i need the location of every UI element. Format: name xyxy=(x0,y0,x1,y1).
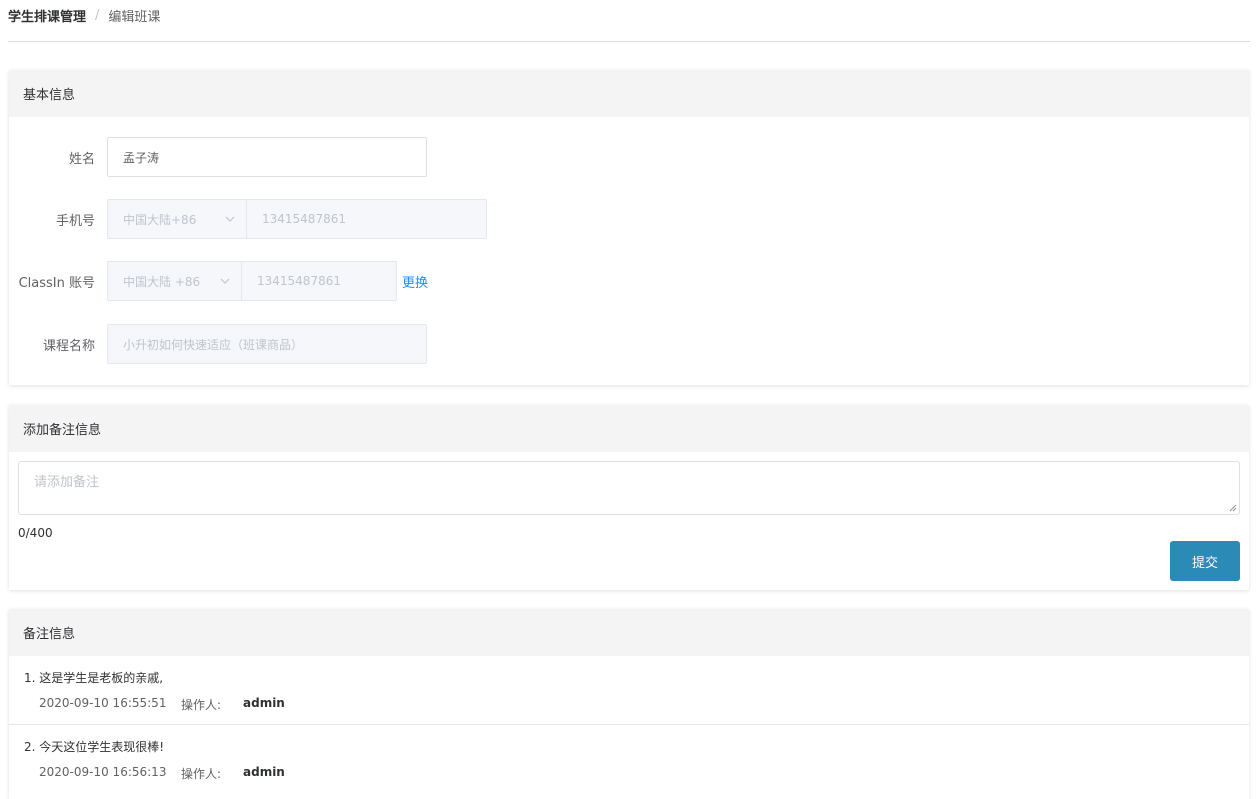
chevron-down-icon xyxy=(225,216,235,222)
resize-handle-icon[interactable] xyxy=(1229,504,1237,512)
remark-placeholder: 请添加备注 xyxy=(34,475,100,490)
note-operator: admin xyxy=(243,696,285,710)
course-name-input: 小升初如何快速适应（班课商品） xyxy=(107,324,427,364)
phone-region-value: 中国大陆+86 xyxy=(123,212,197,227)
basic-info-card: 基本信息 姓名 孟子涛 手机号 中国大陆+86 13415487861 Clas… xyxy=(9,70,1249,385)
char-counter: 0/400 xyxy=(18,526,53,540)
chevron-down-icon xyxy=(220,278,230,284)
name-input[interactable]: 孟子涛 xyxy=(107,137,427,177)
course-label: 课程名称 xyxy=(42,338,95,354)
notes-title: 备注信息 xyxy=(9,609,1249,656)
breadcrumb-current: 编辑班课 xyxy=(108,10,161,25)
remark-textarea[interactable]: 请添加备注 xyxy=(18,461,1240,515)
breadcrumb: 学生排课管理 / 编辑班课 xyxy=(8,0,1250,42)
classin-number-input: 13415487861 xyxy=(242,261,397,301)
add-remark-card: 添加备注信息 请添加备注 0/400 提交 xyxy=(9,405,1249,590)
name-row: 姓名 孟子涛 xyxy=(9,137,427,177)
phone-label: 手机号 xyxy=(55,213,95,229)
course-row: 课程名称 小升初如何快速适应（班课商品） xyxy=(9,324,427,364)
note-meta: 2020-09-10 16:55:51 操作人: admin xyxy=(39,696,285,713)
add-remark-title: 添加备注信息 xyxy=(9,405,1249,452)
phone-region-select: 中国大陆+86 xyxy=(107,199,247,239)
phone-row: 手机号 中国大陆+86 13415487861 xyxy=(9,199,487,239)
classin-region-value: 中国大陆 +86 xyxy=(123,274,201,289)
name-label: 姓名 xyxy=(68,151,95,167)
basic-info-title: 基本信息 xyxy=(9,70,1249,117)
note-time: 2020-09-10 16:56:13 xyxy=(39,765,167,779)
breadcrumb-separator: / xyxy=(95,8,100,23)
note-meta: 2020-09-10 16:56:13 操作人: admin xyxy=(39,765,285,782)
submit-button[interactable]: 提交 xyxy=(1170,541,1240,581)
classin-region-select: 中国大陆 +86 xyxy=(107,261,242,301)
classin-label: ClassIn 账号 xyxy=(18,275,95,291)
note-operator-label: 操作人: xyxy=(181,767,222,781)
note-time: 2020-09-10 16:55:51 xyxy=(39,696,167,710)
note-item: 2. 今天这位学生表现很棒! 2020-09-10 16:56:13 操作人: … xyxy=(9,724,1249,792)
classin-row: ClassIn 账号 中国大陆 +86 13415487861 更换 xyxy=(9,261,428,301)
breadcrumb-root[interactable]: 学生排课管理 xyxy=(8,6,86,25)
note-item: 1. 这是学生是老板的亲戚, 2020-09-10 16:55:51 操作人: … xyxy=(9,656,1249,724)
note-operator: admin xyxy=(243,765,285,779)
note-text: 2. 今天这位学生表现很棒! xyxy=(24,740,165,754)
phone-number-input: 13415487861 xyxy=(247,199,487,239)
notes-card: 备注信息 1. 这是学生是老板的亲戚, 2020-09-10 16:55:51 … xyxy=(9,609,1249,799)
note-operator-label: 操作人: xyxy=(181,698,222,712)
change-account-link[interactable]: 更换 xyxy=(402,272,428,291)
note-text: 1. 这是学生是老板的亲戚, xyxy=(24,671,164,685)
